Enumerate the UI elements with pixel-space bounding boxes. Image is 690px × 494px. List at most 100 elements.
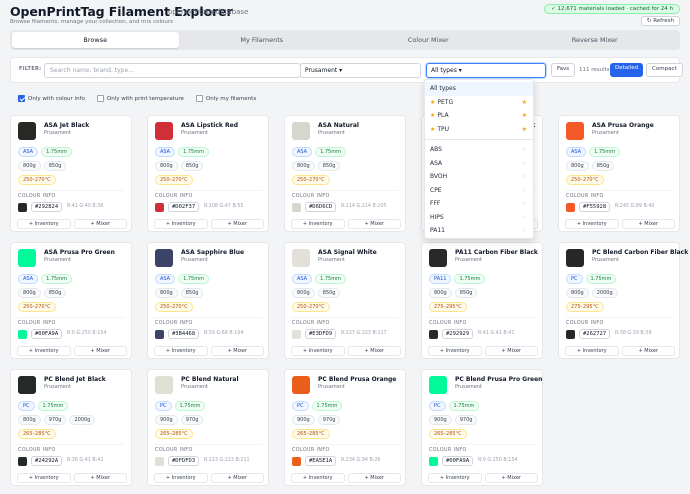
weight-row: 800g850g [18, 161, 67, 171]
hex-code[interactable]: #EA5E1A [305, 456, 337, 466]
dropdown-option-hips[interactable]: HIPS ☆ [425, 211, 533, 225]
hex-code[interactable]: #00FA9A [442, 456, 474, 466]
temperature-chip: 265–285°C [18, 429, 56, 439]
star-outline-icon[interactable]: ☆ [522, 187, 527, 194]
weight-row: 800g850g [292, 161, 341, 171]
star-filled-icon[interactable]: ★ [522, 99, 527, 106]
add-inventory-button[interactable]: + Inventory [291, 473, 345, 483]
dropdown-option-pla[interactable]: ★ PLA ★ [425, 109, 533, 123]
tab-colour-mixer[interactable]: Colour Mixer [345, 32, 512, 48]
hex-code[interactable]: #F55928 [579, 202, 611, 212]
add-inventory-button[interactable]: + Inventory [154, 346, 208, 356]
search-input[interactable]: Search name, brand, type… [44, 63, 301, 78]
add-inventory-button[interactable]: + Inventory [565, 346, 619, 356]
add-inventory-button[interactable]: + Inventory [565, 219, 619, 229]
dropdown-option-abs[interactable]: ABS ☆ [425, 143, 533, 157]
colour-info-label: COLOUR INFO [429, 448, 467, 453]
add-mixer-button[interactable]: + Mixer [73, 473, 127, 483]
dropdown-option-petg[interactable]: ★ PETG ★ [425, 96, 533, 110]
hex-code[interactable]: #262727 [579, 329, 611, 339]
add-inventory-button[interactable]: + Inventory [291, 346, 345, 356]
tab-reverse-mixer[interactable]: Reverse Mixer [512, 32, 679, 48]
add-inventory-button[interactable]: + Inventory [154, 219, 208, 229]
weight-chip: 900g [429, 415, 452, 425]
dropdown-option-pa11[interactable]: PA11 ☆ [425, 224, 533, 238]
hex-code[interactable]: #24292A [31, 456, 63, 466]
colour-info-label: COLOUR INFO [155, 194, 193, 199]
brand-select[interactable]: Prusament ▾ [300, 63, 421, 78]
type-select[interactable]: All types ▾ [426, 63, 546, 78]
star-outline-icon[interactable]: ☆ [522, 160, 527, 167]
add-mixer-button[interactable]: + Mixer [210, 473, 264, 483]
dropdown-option-fff[interactable]: FFF ☆ [425, 197, 533, 211]
star-outline-icon[interactable]: ☆ [522, 214, 527, 221]
add-inventory-button[interactable]: + Inventory [154, 473, 208, 483]
add-mixer-button[interactable]: + Mixer [210, 219, 264, 229]
star-filled-icon[interactable]: ★ [522, 112, 527, 119]
checkbox-colour-info[interactable]: Only with colour info [18, 95, 85, 102]
hex-code[interactable]: #00FA9A [31, 329, 63, 339]
star-outline-icon[interactable]: ☆ [522, 200, 527, 207]
star-filled-icon[interactable]: ★ [522, 126, 527, 133]
favs-button[interactable]: Favs [551, 63, 576, 77]
colour-swatch [429, 376, 447, 394]
add-mixer-button[interactable]: + Mixer [347, 473, 401, 483]
card-actions: + Inventory+ Mixer [565, 219, 675, 229]
temp-row: 265–285°C [429, 429, 467, 439]
dropdown-option-tpu[interactable]: ★ TPU ★ [425, 123, 533, 137]
add-mixer-button[interactable]: + Mixer [484, 473, 538, 483]
hex-code[interactable]: #292824 [31, 202, 63, 212]
checkbox-my-filaments[interactable]: Only my filaments [195, 95, 256, 102]
add-inventory-button[interactable]: + Inventory [17, 219, 71, 229]
add-inventory-button[interactable]: + Inventory [17, 346, 71, 356]
detailed-view-button[interactable]: Detailed [610, 63, 644, 77]
temperature-chip: 275–295°C [566, 302, 604, 312]
weight-row: 800g 970g 2000g [18, 415, 96, 425]
dropdown-option-bvoh[interactable]: BVOH ☆ [425, 170, 533, 184]
star-outline-icon[interactable]: ☆ [522, 146, 527, 153]
checkbox-print-temperature[interactable]: Only with print temperature [96, 95, 184, 102]
dropdown-option-label: ABS [430, 146, 442, 153]
dropdown-option-all-types[interactable]: All types [425, 82, 533, 96]
colour-info-swatch [292, 330, 301, 339]
card-divider [154, 444, 262, 445]
temperature-chip: 250–270°C [292, 302, 330, 312]
refresh-button[interactable]: ↻ Refresh [640, 16, 680, 26]
dropdown-option-asa[interactable]: ASA ☆ [425, 157, 533, 171]
colour-info-label: COLOUR INFO [18, 321, 56, 326]
temperature-chip: 250–270°C [155, 175, 193, 185]
star-outline-icon[interactable]: ☆ [522, 227, 527, 234]
hex-code[interactable]: #D02F37 [168, 202, 200, 212]
star-outline-icon[interactable]: ☆ [522, 173, 527, 180]
hex-code[interactable]: #D6D6CD [305, 202, 337, 212]
add-inventory-button[interactable]: + Inventory [428, 473, 482, 483]
hex-code[interactable]: #3B4468 [168, 329, 200, 339]
diameter-chip: 1.75mm [174, 401, 206, 411]
add-mixer-button[interactable]: + Mixer [210, 346, 264, 356]
hex-code[interactable]: #292929 [442, 329, 474, 339]
dropdown-option-label: PETG [437, 98, 454, 106]
hex-code[interactable]: #E3DFD9 [305, 329, 337, 339]
type-chip: PC [429, 401, 446, 411]
hex-code[interactable]: #DFDFD3 [168, 456, 200, 466]
tab-my-filaments[interactable]: My Filaments [179, 32, 346, 48]
add-mixer-button[interactable]: + Mixer [347, 219, 401, 229]
add-mixer-button[interactable]: + Mixer [73, 346, 127, 356]
add-mixer-button[interactable]: + Mixer [621, 219, 675, 229]
tab-browse[interactable]: Browse [12, 32, 179, 48]
compact-view-button[interactable]: Compact [646, 63, 683, 77]
diameter-chip: 1.75mm [589, 147, 620, 157]
add-mixer-button[interactable]: + Mixer [73, 219, 127, 229]
add-mixer-button[interactable]: + Mixer [484, 346, 538, 356]
add-inventory-button[interactable]: + Inventory [428, 346, 482, 356]
diameter-chip: 1.75mm [41, 274, 72, 284]
rgb-values: R:0 G:250 B:154 [67, 331, 107, 336]
add-inventory-button[interactable]: + Inventory [291, 219, 345, 229]
add-mixer-button[interactable]: + Mixer [347, 346, 401, 356]
add-mixer-button[interactable]: + Mixer [621, 346, 675, 356]
filament-brand: Prusament [181, 257, 208, 263]
rgb-values: R:245 G:89 B:40 [615, 204, 655, 209]
add-inventory-button[interactable]: + Inventory [17, 473, 71, 483]
weight-row: 900g 970g [292, 415, 341, 425]
dropdown-option-cpe[interactable]: CPE ☆ [425, 184, 533, 198]
